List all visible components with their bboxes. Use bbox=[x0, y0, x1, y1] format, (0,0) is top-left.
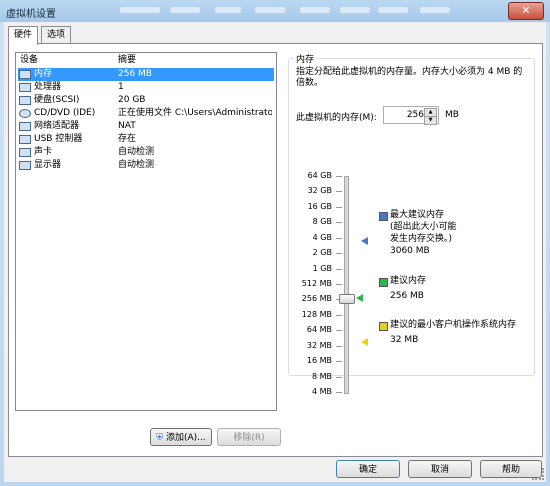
max-recommended-marker-icon bbox=[361, 237, 368, 245]
memory-value[interactable]: 256 bbox=[407, 110, 424, 120]
harddisk-icon bbox=[19, 96, 31, 105]
scale-tick-label: 1 GB bbox=[312, 263, 332, 273]
memory-group-title: 内存 bbox=[294, 52, 317, 65]
max-recommended-legend-icon bbox=[379, 212, 388, 221]
remove-device-button[interactable]: 移除(R) bbox=[217, 428, 281, 446]
tab-options[interactable]: 选项 bbox=[41, 26, 72, 44]
scale-tick-label: 64 GB bbox=[307, 171, 332, 180]
scale-tick-label: 256 MB bbox=[301, 294, 332, 304]
title-bar[interactable]: 虚拟机设置 ✕ bbox=[0, 0, 550, 22]
scale-tick-mark bbox=[336, 253, 342, 255]
hardware-panel: 设备 摘要 内存 256 MB 处理器 1 硬盘(SCSI) 20 GB CD/… bbox=[8, 43, 543, 457]
scale-tick-mark bbox=[336, 284, 342, 285]
vm-settings-window: 虚拟机设置 ✕ 硬件 选项 设备 摘要 内存 256 MB 处理器 1 硬盘(S… bbox=[0, 0, 550, 486]
memory-spinner[interactable]: 256 ▲ ▼ bbox=[383, 106, 439, 125]
spinner-down-icon[interactable]: ▼ bbox=[424, 116, 437, 125]
add-device-button[interactable]: ⛨ 添加(A)... bbox=[150, 428, 212, 446]
scale-tick-mark bbox=[336, 268, 342, 270]
cdrom-icon bbox=[19, 109, 31, 118]
ok-button[interactable]: 确定 bbox=[336, 460, 400, 478]
scale-tick-label: 32 GB bbox=[307, 186, 332, 196]
scale-tick-label: 512 MB bbox=[301, 279, 332, 288]
device-row-display[interactable]: 显示器 自动检测 bbox=[18, 159, 274, 172]
scale-tick-mark bbox=[336, 330, 342, 332]
memory-slider-thumb[interactable] bbox=[339, 294, 355, 304]
scale-tick-label: 8 MB bbox=[311, 371, 332, 381]
scale-tick-label: 4 MB bbox=[311, 387, 332, 396]
sound-icon bbox=[19, 148, 31, 157]
shield-icon: ⛨ bbox=[156, 433, 164, 443]
min-recommended-marker-icon bbox=[361, 338, 368, 346]
cancel-button[interactable]: 取消 bbox=[408, 460, 472, 478]
device-row-network[interactable]: 网络适配器 NAT bbox=[18, 120, 274, 133]
scale-tick-label: 16 MB bbox=[306, 356, 332, 366]
device-row-cpu[interactable]: 处理器 1 bbox=[18, 81, 274, 94]
scale-tick-mark bbox=[336, 222, 342, 224]
scale-tick-mark bbox=[336, 392, 342, 393]
usb-icon bbox=[19, 135, 31, 144]
scale-tick-mark bbox=[336, 206, 342, 208]
column-header-summary[interactable]: 摘要 bbox=[118, 53, 136, 67]
recommended-legend: 建议内存 256 MB bbox=[390, 276, 427, 301]
recommended-marker-icon bbox=[356, 294, 363, 302]
device-row-harddisk[interactable]: 硬盘(SCSI) 20 GB bbox=[18, 94, 274, 107]
memory-group: 内存 指定分配给此虚拟机的内存量。内存大小必须为 4 MB 的倍数。 此虚拟机的… bbox=[288, 52, 535, 396]
scale-tick-mark bbox=[336, 191, 342, 193]
scale-tick-label: 4 GB bbox=[312, 232, 332, 242]
close-icon: ✕ bbox=[521, 4, 531, 17]
network-icon bbox=[19, 122, 31, 131]
scale-tick-mark bbox=[336, 176, 342, 177]
scale-tick-label: 64 MB bbox=[306, 325, 332, 335]
scale-tick-mark bbox=[336, 314, 342, 316]
max-recommended-legend: 最大建议内存 (超出此大小可能发生内存交换。) 3060 MB bbox=[390, 210, 457, 256]
min-recommended-legend-icon bbox=[379, 322, 388, 331]
scale-tick-mark bbox=[336, 237, 342, 239]
device-row-cdrom[interactable]: CD/DVD (IDE) 正在使用文件 C:\Users\Administrat… bbox=[18, 107, 274, 120]
device-row-usb[interactable]: USB 控制器 存在 bbox=[18, 133, 274, 146]
scale-tick-label: 8 GB bbox=[312, 217, 332, 227]
min-recommended-legend: 建议的最小客户机操作系统内存 32 MB bbox=[390, 320, 517, 345]
memory-unit: MB bbox=[445, 110, 459, 120]
tab-hardware[interactable]: 硬件 bbox=[8, 26, 39, 45]
scale-tick-mark bbox=[336, 345, 342, 347]
column-header-device[interactable]: 设备 bbox=[20, 53, 38, 67]
scale-tick-label: 16 GB bbox=[307, 201, 332, 211]
scale-tick-label: 2 GB bbox=[312, 248, 332, 258]
device-list[interactable]: 设备 摘要 内存 256 MB 处理器 1 硬盘(SCSI) 20 GB CD/… bbox=[15, 52, 277, 411]
resize-grip-icon[interactable] bbox=[532, 468, 544, 480]
display-icon bbox=[19, 161, 31, 170]
device-row-sound[interactable]: 声卡 自动检测 bbox=[18, 146, 274, 159]
scale-tick-label: 32 MB bbox=[306, 340, 332, 350]
memory-slider-track[interactable] bbox=[344, 176, 349, 394]
recommended-legend-icon bbox=[379, 278, 388, 287]
dialog-body: 硬件 选项 设备 摘要 内存 256 MB 处理器 1 硬盘(SCSI) 20 … bbox=[4, 22, 546, 482]
scale-tick-mark bbox=[336, 361, 342, 363]
close-button[interactable]: ✕ bbox=[508, 2, 544, 20]
window-title: 虚拟机设置 bbox=[6, 9, 56, 20]
cpu-icon bbox=[19, 83, 31, 92]
device-row-memory[interactable]: 内存 256 MB bbox=[18, 68, 274, 81]
scale-tick-label: 128 MB bbox=[301, 309, 332, 319]
memory-field-label: 此虚拟机的内存(M): bbox=[296, 113, 377, 123]
scale-tick-mark bbox=[336, 376, 342, 378]
memory-icon bbox=[19, 70, 31, 79]
memory-description: 指定分配给此虚拟机的内存量。内存大小必须为 4 MB 的倍数。 bbox=[296, 67, 523, 88]
